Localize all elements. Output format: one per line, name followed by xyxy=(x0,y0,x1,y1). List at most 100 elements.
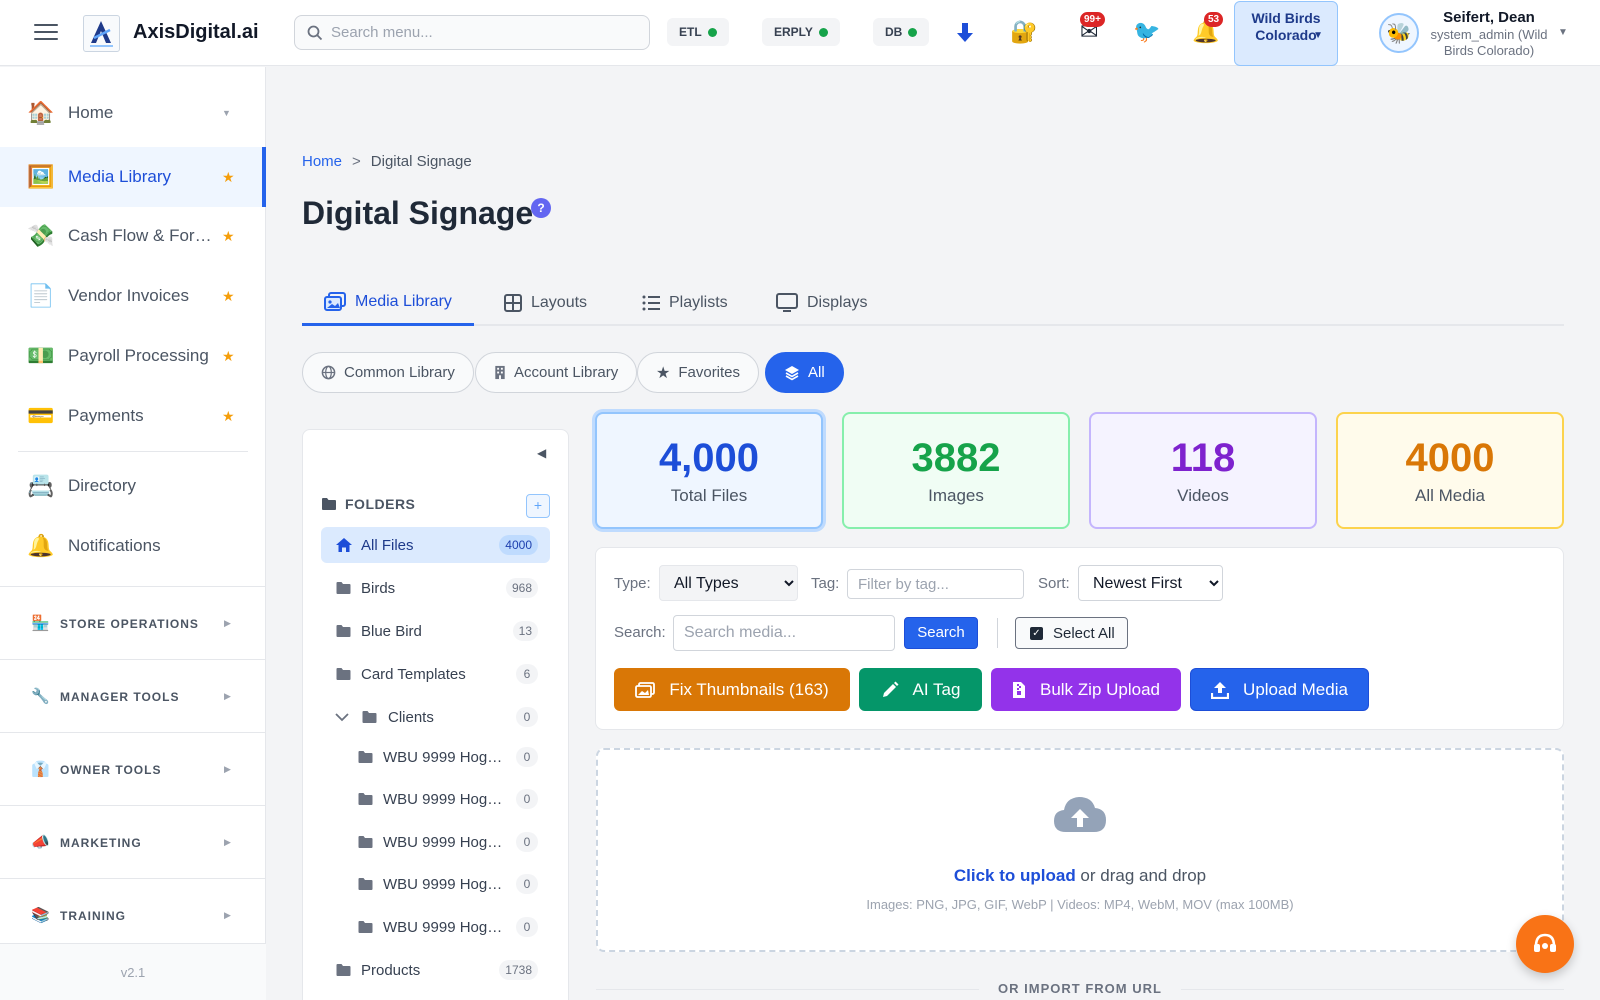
bulk-zip-upload-button[interactable]: Bulk Zip Upload xyxy=(991,668,1181,711)
pencil-icon xyxy=(882,681,899,697)
favorite-star-icon[interactable]: ★ xyxy=(222,228,235,245)
sidebar-section-marketing[interactable]: 📣 MARKETING ▶ xyxy=(0,805,266,877)
folder-card-templates[interactable]: Card Templates 6 xyxy=(321,656,550,692)
fix-thumbnails-button[interactable]: Fix Thumbnails (163) xyxy=(614,668,850,711)
collapse-panel-icon[interactable]: ◀ xyxy=(537,446,546,460)
download-arrow-icon[interactable] xyxy=(955,18,975,53)
user-menu-caret-icon[interactable]: ▼ xyxy=(1558,27,1568,38)
upload-media-button[interactable]: Upload Media xyxy=(1190,668,1369,711)
add-folder-button[interactable]: + xyxy=(526,494,550,518)
sidebar-item-directory[interactable]: 📇 Directory xyxy=(0,456,266,516)
tab-label: Media Library xyxy=(355,292,452,310)
hamburger-menu-icon[interactable] xyxy=(34,22,58,42)
sidebar-item-label: Directory xyxy=(68,476,137,495)
breadcrumb-home-link[interactable]: Home xyxy=(302,153,342,170)
folder-birds[interactable]: Birds 968 xyxy=(321,570,550,606)
menu-search-field[interactable] xyxy=(294,15,650,50)
favorite-star-icon[interactable]: ★ xyxy=(222,348,235,365)
folder-all-files[interactable]: All Files 4000 xyxy=(321,527,550,563)
sidebar-item-cash-flow[interactable]: 💸 Cash Flow & For… ★ xyxy=(0,206,266,266)
folder-wbu-3[interactable]: WBU 9999 Hog… 0 xyxy=(343,824,550,860)
tag-filter-input[interactable] xyxy=(847,569,1024,599)
erply-status-label: ERPLY xyxy=(774,25,813,39)
stat-label: Total Files xyxy=(670,486,748,505)
folder-wbu-1[interactable]: WBU 9999 Hog… 0 xyxy=(343,739,550,775)
sidebar-item-payments[interactable]: 💳 Payments ★ xyxy=(0,386,266,446)
tab-label: Playlists xyxy=(669,294,728,311)
sidebar-section-owner-tools[interactable]: 👔 OWNER TOOLS ▶ xyxy=(0,732,266,804)
money-wings-icon: 💸 xyxy=(27,223,55,248)
folder-icon xyxy=(322,498,336,510)
chip-account-library[interactable]: Account Library xyxy=(475,352,638,393)
user-avatar[interactable]: 🐝 xyxy=(1379,13,1419,53)
bird-icon[interactable]: 🐦 xyxy=(1133,18,1160,46)
stat-card-videos[interactable]: 118 Videos xyxy=(1089,412,1317,529)
media-icon xyxy=(324,291,346,311)
favorite-star-icon[interactable]: ★ xyxy=(222,408,235,425)
search-button[interactable]: Search xyxy=(904,617,978,649)
menu-search-input[interactable] xyxy=(331,16,641,49)
help-icon[interactable]: ? xyxy=(531,198,551,218)
caret-right-icon: ▶ xyxy=(224,837,231,847)
etl-status-label: ETL xyxy=(679,25,702,39)
upload-dropzone[interactable] xyxy=(596,748,1564,952)
db-status-pill[interactable]: DB xyxy=(873,18,930,46)
folder-count: 968 xyxy=(505,578,538,598)
chip-all[interactable]: All xyxy=(765,352,844,393)
type-filter-select[interactable]: All Types xyxy=(659,565,798,601)
tab-layouts[interactable]: Layouts xyxy=(482,280,609,326)
folder-wbu-5[interactable]: WBU 9999 Hog… 0 xyxy=(343,909,550,945)
stat-value: 4,000 xyxy=(658,436,760,480)
select-all-button[interactable]: ✓ Select All xyxy=(1015,617,1128,649)
chip-favorites[interactable]: ★ Favorites xyxy=(637,352,760,393)
ai-tag-button[interactable]: AI Tag xyxy=(859,668,982,711)
etl-status-pill[interactable]: ETL xyxy=(667,18,729,46)
folder-count: 0 xyxy=(516,832,538,852)
folder-wbu-2[interactable]: WBU 9999 Hog… 0 xyxy=(343,781,550,817)
stat-card-total-files[interactable]: 4,000 Total Files xyxy=(595,412,823,529)
sidebar-section-training[interactable]: 📚 TRAINING ▶ xyxy=(0,878,266,950)
stat-label: Videos xyxy=(1177,486,1229,505)
media-search-input[interactable] xyxy=(673,615,895,651)
sidebar-item-payroll[interactable]: 💵 Payroll Processing ★ xyxy=(0,326,266,386)
folder-count: 0 xyxy=(516,789,538,809)
user-name[interactable]: Seifert, Dean xyxy=(1426,9,1552,26)
sidebar-item-home[interactable]: 🏠 Home ▼ xyxy=(0,83,266,143)
breadcrumb-separator: > xyxy=(352,153,361,170)
import-divider: OR IMPORT FROM URL xyxy=(596,980,1564,1000)
tab-displays[interactable]: Displays xyxy=(754,280,889,326)
tab-playlists[interactable]: Playlists xyxy=(620,280,750,326)
favorite-star-icon[interactable]: ★ xyxy=(222,288,235,305)
type-filter-label: Type: xyxy=(614,575,651,592)
sidebar-section-manager-tools[interactable]: 🔧 MANAGER TOOLS ▶ xyxy=(0,659,266,731)
folder-clients[interactable]: Clients 0 xyxy=(321,699,550,735)
section-label: TRAINING xyxy=(60,909,126,923)
support-chat-button[interactable] xyxy=(1516,915,1574,973)
home-icon xyxy=(336,538,352,552)
sidebar-item-media-library[interactable]: 🖼️ Media Library ★ xyxy=(0,147,266,207)
stat-value: 118 xyxy=(1170,436,1236,480)
sidebar-section-store-operations[interactable]: 🏪 STORE OPERATIONS ▶ xyxy=(0,586,266,658)
folder-name: Products xyxy=(361,961,421,979)
db-status-label: DB xyxy=(885,25,903,39)
folder-products[interactable]: Products 1738 xyxy=(321,952,550,988)
building-icon xyxy=(495,365,505,380)
folder-blue-bird[interactable]: Blue Bird 13 xyxy=(321,613,550,649)
stat-card-images[interactable]: 3882 Images xyxy=(842,412,1070,529)
folder-name: Card Templates xyxy=(361,665,466,683)
stat-card-all-media[interactable]: 4000 All Media xyxy=(1336,412,1564,529)
folder-icon xyxy=(336,964,351,976)
click-to-upload-link[interactable]: Click to upload xyxy=(954,866,1076,885)
tab-media-library[interactable]: Media Library xyxy=(302,280,474,326)
location-selector[interactable]: Wild Birds Colorado ▼ xyxy=(1234,1,1338,66)
sidebar-item-vendor-invoices[interactable]: 📄 Vendor Invoices ★ xyxy=(0,266,266,326)
lock-key-icon[interactable]: 🔐 xyxy=(1010,18,1037,46)
favorite-star-icon[interactable]: ★ xyxy=(222,169,235,186)
erply-status-pill[interactable]: ERPLY xyxy=(762,18,840,46)
chip-common-library[interactable]: Common Library xyxy=(302,352,474,393)
folder-wbu-4[interactable]: WBU 9999 Hog… 0 xyxy=(343,866,550,902)
sidebar-item-notifications[interactable]: 🔔 Notifications xyxy=(0,516,266,576)
chevron-down-icon[interactable] xyxy=(335,712,349,722)
grid-icon xyxy=(504,294,522,312)
sort-select[interactable]: Newest First xyxy=(1078,565,1223,601)
